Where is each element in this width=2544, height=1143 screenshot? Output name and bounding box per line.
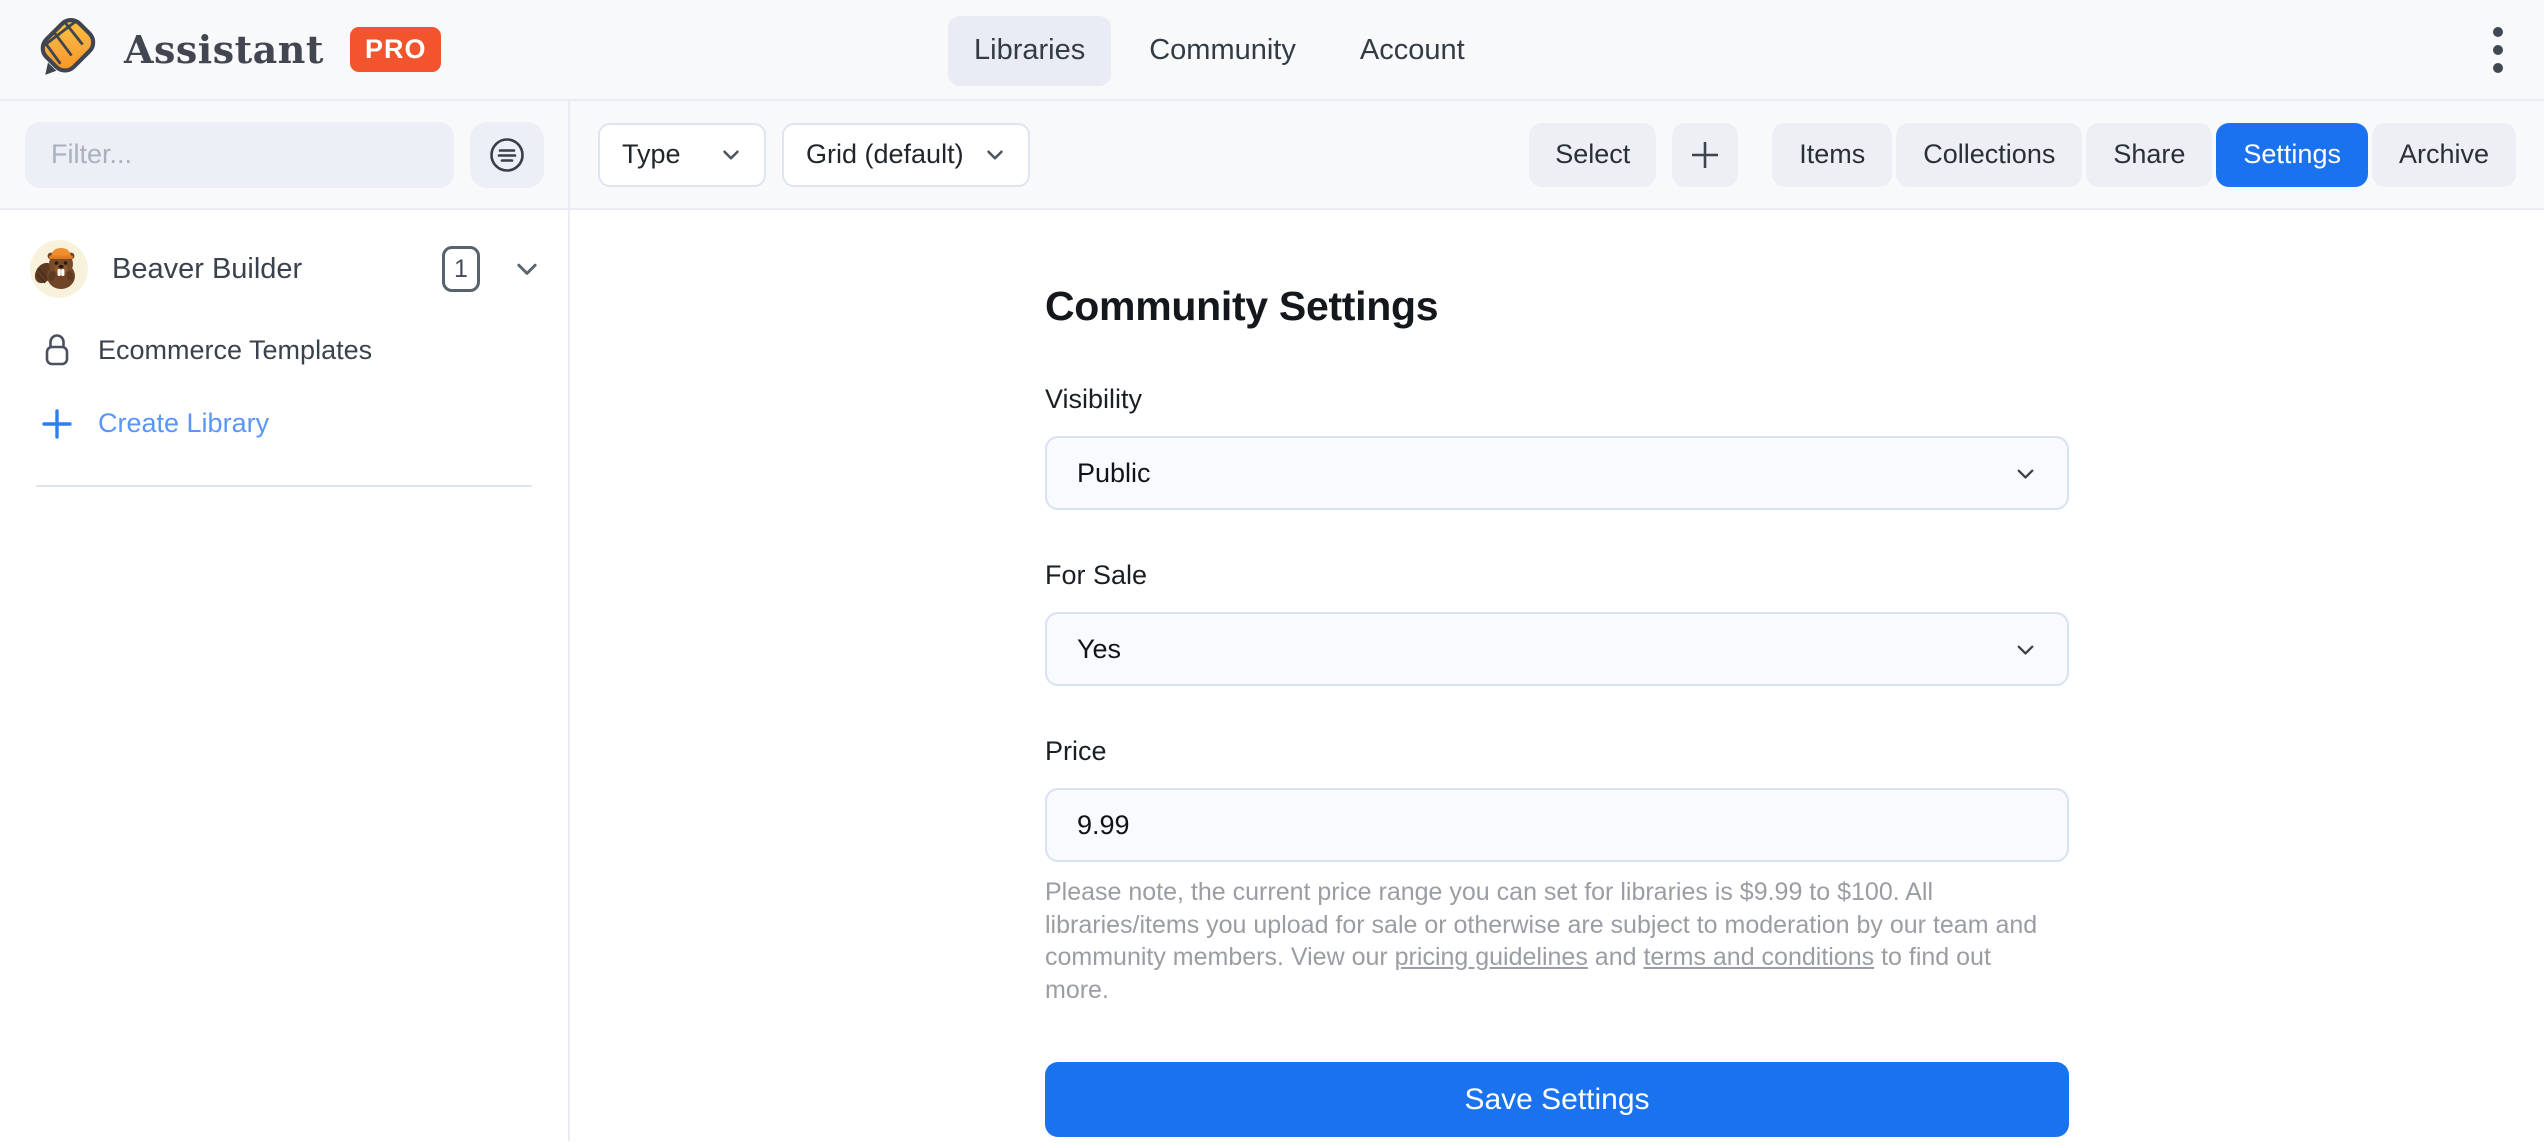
nav-libraries[interactable]: Libraries bbox=[948, 16, 1111, 86]
sidebar-item-beaver-builder[interactable]: Beaver Builder 1 bbox=[30, 240, 542, 298]
price-label: Price bbox=[1045, 736, 2069, 767]
library-count-badge: 1 bbox=[442, 246, 480, 292]
page-body: Beaver Builder 1 Ecommerce Templates Cre… bbox=[0, 210, 2544, 1141]
brand-name: Assistant bbox=[124, 27, 324, 72]
visibility-label: Visibility bbox=[1045, 384, 2069, 415]
main-toolbar: Type Grid (default) Select Items Collect… bbox=[570, 101, 2544, 208]
filter-circle-icon bbox=[488, 136, 526, 174]
page-title: Community Settings bbox=[1045, 283, 2069, 330]
brand: Assistant PRO bbox=[30, 14, 441, 86]
create-library-link[interactable]: Create Library bbox=[30, 408, 542, 439]
overflow-menu-button[interactable] bbox=[2486, 14, 2510, 86]
settings-form: Community Settings Visibility Public For… bbox=[1045, 283, 2069, 1137]
chevron-down-icon bbox=[718, 142, 744, 168]
price-input[interactable] bbox=[1045, 788, 2069, 862]
pricing-guidelines-link[interactable]: pricing guidelines bbox=[1395, 943, 1588, 971]
tab-archive[interactable]: Archive bbox=[2372, 123, 2516, 187]
for-sale-label: For Sale bbox=[1045, 560, 2069, 591]
library-name: Beaver Builder bbox=[112, 253, 418, 286]
plus-icon bbox=[42, 409, 72, 439]
view-dropdown[interactable]: Grid (default) bbox=[782, 123, 1030, 187]
price-note: Please note, the current price range you… bbox=[1045, 876, 2059, 1006]
for-sale-select[interactable]: Yes bbox=[1045, 612, 2069, 686]
nav-community[interactable]: Community bbox=[1123, 16, 1322, 86]
chevron-down-icon bbox=[2012, 460, 2039, 487]
main-content: Community Settings Visibility Public For… bbox=[570, 210, 2544, 1141]
filter-input[interactable] bbox=[25, 122, 454, 188]
price-note-text: and bbox=[1588, 943, 1644, 971]
chevron-down-icon bbox=[982, 142, 1008, 168]
select-button[interactable]: Select bbox=[1529, 123, 1656, 187]
lock-icon bbox=[42, 332, 72, 368]
type-dropdown[interactable]: Type bbox=[598, 123, 766, 187]
add-button[interactable] bbox=[1672, 123, 1738, 187]
top-header: Assistant PRO Libraries Community Accoun… bbox=[0, 0, 2544, 101]
for-sale-value: Yes bbox=[1077, 634, 1121, 665]
toolbar: Type Grid (default) Select Items Collect… bbox=[0, 101, 2544, 210]
tab-items[interactable]: Items bbox=[1772, 123, 1892, 187]
visibility-value: Public bbox=[1077, 458, 1151, 489]
kebab-icon bbox=[2492, 24, 2504, 76]
filter-options-button[interactable] bbox=[470, 122, 544, 188]
create-library-label: Create Library bbox=[98, 408, 269, 439]
pro-badge: PRO bbox=[350, 27, 442, 72]
chevron-down-icon bbox=[512, 254, 542, 284]
chevron-down-icon bbox=[2012, 636, 2039, 663]
tab-share[interactable]: Share bbox=[2086, 123, 2212, 187]
sidebar-item-ecommerce-templates[interactable]: Ecommerce Templates bbox=[30, 332, 542, 368]
sidebar-item-label: Ecommerce Templates bbox=[98, 335, 372, 366]
terms-and-conditions-link[interactable]: terms and conditions bbox=[1643, 943, 1874, 971]
top-nav: Libraries Community Account bbox=[948, 0, 1491, 101]
view-dropdown-label: Grid (default) bbox=[806, 139, 964, 170]
type-dropdown-label: Type bbox=[622, 139, 681, 170]
assistant-logo-icon bbox=[30, 14, 102, 86]
tab-collections[interactable]: Collections bbox=[1896, 123, 2082, 187]
sidebar-divider bbox=[36, 485, 532, 487]
sidebar: Beaver Builder 1 Ecommerce Templates Cre… bbox=[0, 210, 570, 1141]
library-expand-button[interactable] bbox=[512, 254, 542, 284]
save-settings-button[interactable]: Save Settings bbox=[1045, 1062, 2069, 1137]
nav-account[interactable]: Account bbox=[1334, 16, 1491, 86]
visibility-select[interactable]: Public bbox=[1045, 436, 2069, 510]
section-tabs: Items Collections Share Settings Archive bbox=[1772, 123, 2516, 187]
beaver-avatar bbox=[30, 240, 88, 298]
plus-icon bbox=[1689, 139, 1721, 171]
sidebar-toolbar bbox=[0, 101, 570, 208]
tab-settings[interactable]: Settings bbox=[2216, 123, 2368, 187]
